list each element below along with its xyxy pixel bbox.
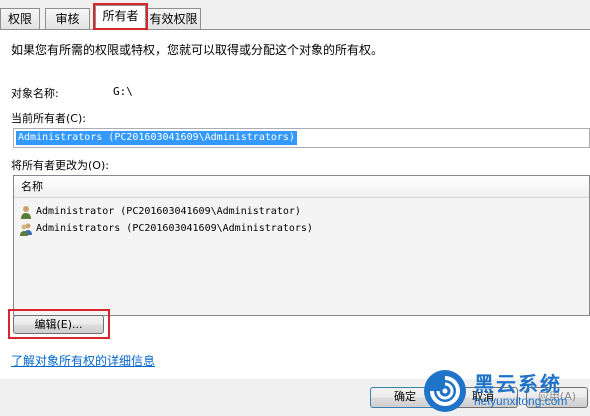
tab-owner[interactable]: 所有者	[95, 5, 146, 30]
column-header-name[interactable]: 名称	[14, 176, 589, 198]
tab-effective-permissions[interactable]: 有效权限	[146, 8, 201, 29]
list-item-label: Administrator (PC201603041609\Administra…	[36, 206, 301, 217]
user-icon	[21, 206, 31, 219]
ownership-help-link[interactable]: 了解对象所有权的详细信息	[11, 352, 155, 369]
edit-button[interactable]: 编辑(E)...	[13, 315, 104, 334]
group-icon	[20, 223, 32, 236]
owner-listbox[interactable]: 名称 Administrator (PC201603041609\Adminis…	[13, 175, 590, 316]
list-item-label: Administrators (PC201603041609\Administr…	[36, 223, 313, 234]
watermark-text-en: heiyunxitong.com	[474, 394, 568, 408]
watermark-text-cn: 黑云系统	[474, 372, 562, 396]
current-owner-value[interactable]: Administrators (PC201603041609\Administr…	[16, 131, 297, 145]
change-owner-label: 将所有者更改为(O):	[11, 159, 109, 172]
tab-strip: 权限 审核 所有者 有效权限	[0, 0, 590, 30]
object-name-value: G:\	[113, 85, 133, 98]
watermark-logo-icon	[424, 370, 466, 412]
object-name-label: 对象名称:	[11, 87, 59, 100]
watermark: 黑云系统 heiyunxitong.com	[424, 366, 590, 416]
owner-panel: 如果您有所需的权限或特权，您就可以取得或分配这个对象的所有权。 对象名称: G:…	[0, 29, 590, 380]
intro-text: 如果您有所需的权限或特权，您就可以取得或分配这个对象的所有权。	[11, 43, 384, 57]
current-owner-field[interactable]: Administrators (PC201603041609\Administr…	[13, 128, 590, 148]
current-owner-label: 当前所有者(C):	[11, 112, 86, 125]
tab-permissions[interactable]: 权限	[0, 8, 40, 29]
tab-auditing[interactable]: 审核	[45, 8, 90, 29]
